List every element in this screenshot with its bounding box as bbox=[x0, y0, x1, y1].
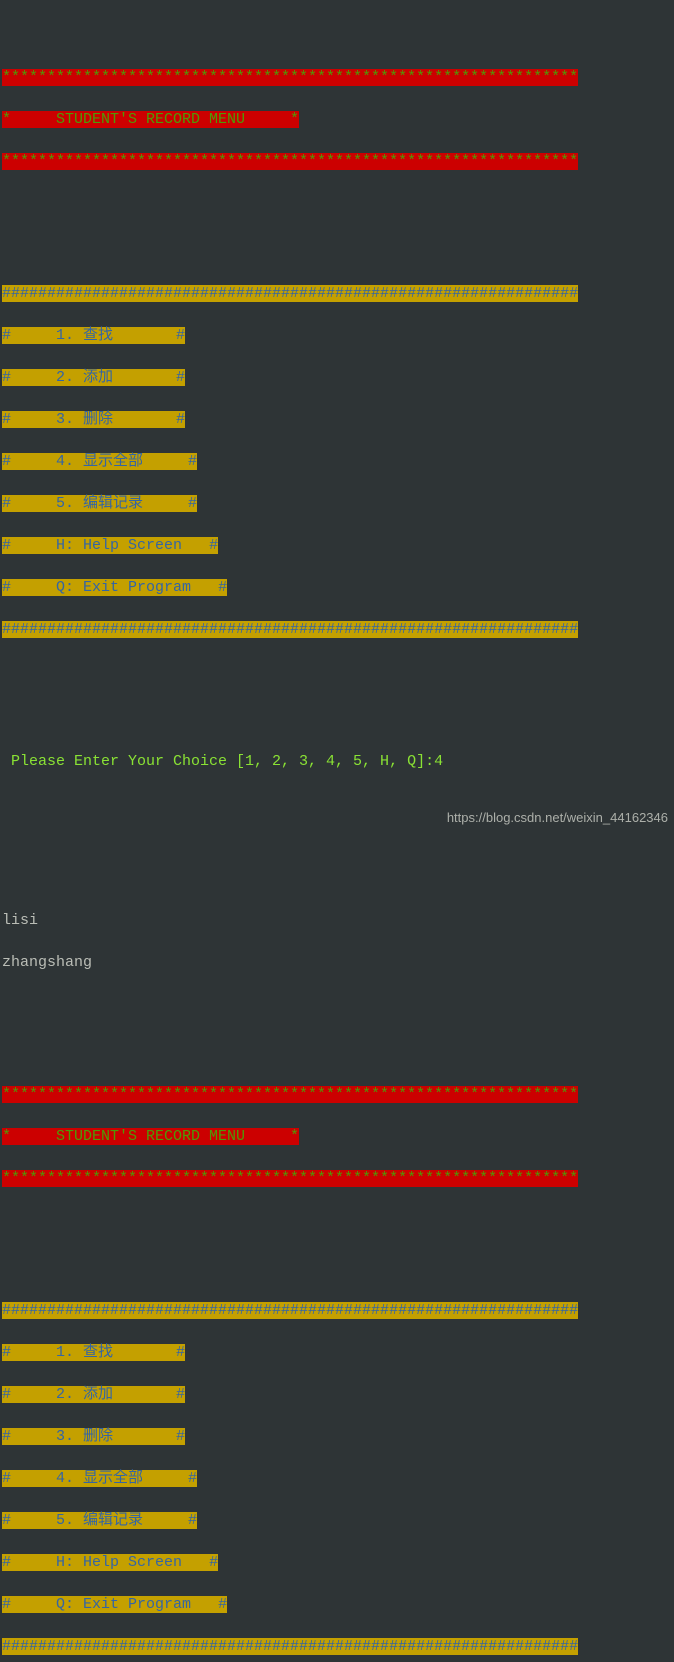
menu-item-5[interactable]: # 5. 编辑记录 # bbox=[2, 1512, 197, 1529]
title-border: ****************************************… bbox=[2, 153, 578, 170]
menu-item-quit[interactable]: # Q: Exit Program # bbox=[2, 1596, 227, 1613]
title-line: * STUDENT'S RECORD MENU * bbox=[2, 1128, 299, 1145]
title-line: * STUDENT'S RECORD MENU * bbox=[2, 111, 299, 128]
menu-item-4[interactable]: # 4. 显示全部 # bbox=[2, 453, 197, 470]
menu-item-5[interactable]: # 5. 编辑记录 # bbox=[2, 495, 197, 512]
choice-prompt[interactable]: Please Enter Your Choice [1, 2, 3, 4, 5,… bbox=[2, 751, 672, 772]
menu-item-2[interactable]: # 2. 添加 # bbox=[2, 1386, 185, 1403]
title-border: ****************************************… bbox=[2, 69, 578, 86]
menu-item-3[interactable]: # 3. 删除 # bbox=[2, 411, 185, 428]
menu-item-1[interactable]: # 1. 查找 # bbox=[2, 1344, 185, 1361]
menu-border: ########################################… bbox=[2, 1638, 578, 1655]
menu-border: ########################################… bbox=[2, 621, 578, 638]
title-border: ****************************************… bbox=[2, 1086, 578, 1103]
menu-item-help[interactable]: # H: Help Screen # bbox=[2, 1554, 218, 1571]
menu-item-4[interactable]: # 4. 显示全部 # bbox=[2, 1470, 197, 1487]
menu-border: ########################################… bbox=[2, 285, 578, 302]
prompt-input[interactable]: 4 bbox=[434, 753, 443, 770]
watermark: https://blog.csdn.net/weixin_44162346 bbox=[447, 809, 668, 827]
menu-item-quit[interactable]: # Q: Exit Program # bbox=[2, 579, 227, 596]
menu-border: ########################################… bbox=[2, 1302, 578, 1319]
menu-item-help[interactable]: # H: Help Screen # bbox=[2, 537, 218, 554]
menu-item-3[interactable]: # 3. 删除 # bbox=[2, 1428, 185, 1445]
menu-item-1[interactable]: # 1. 查找 # bbox=[2, 327, 185, 344]
output-line: lisi bbox=[2, 910, 672, 931]
app-title: STUDENT'S RECORD MENU bbox=[56, 1128, 245, 1145]
app-title: STUDENT'S RECORD MENU bbox=[56, 111, 245, 128]
output-line: zhangshang bbox=[2, 952, 672, 973]
title-border: ****************************************… bbox=[2, 1170, 578, 1187]
prompt-label: Please Enter Your Choice [1, 2, 3, 4, 5,… bbox=[2, 753, 434, 770]
menu-item-2[interactable]: # 2. 添加 # bbox=[2, 369, 185, 386]
terminal-window: ****************************************… bbox=[0, 0, 674, 1662]
